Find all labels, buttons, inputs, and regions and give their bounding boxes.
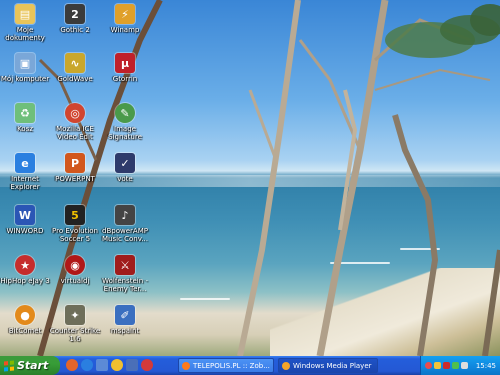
virtualdj-icon: ◉ [65, 255, 85, 275]
icon-label: mspaint [110, 327, 140, 335]
icon-label: vote [117, 175, 133, 183]
task-label: Windows Media Player [293, 361, 372, 370]
system-tray: 15:45 [420, 356, 500, 375]
explorer-icon[interactable] [126, 359, 138, 371]
icon-label: Image Signature [108, 125, 142, 141]
desktop-icon-winamp[interactable]: ⚡ Winamp [95, 4, 155, 34]
quick-launch [66, 359, 153, 371]
bitcomet-icon: ● [15, 305, 35, 325]
vote-icon: ✓ [115, 153, 135, 173]
taskbar-item-telepolis[interactable]: TELEPOLIS.PL :: Zob... [178, 358, 274, 373]
icon-label: Gtorrin [112, 75, 138, 83]
counter-strike-icon: ✦ [65, 305, 85, 325]
icon-label: dBpowerAMP Music Conv... [101, 227, 149, 243]
desktop-icon-torrent[interactable]: μ Gtorrin [95, 53, 155, 83]
desktop-icon-mspaint[interactable]: ✐ mspaint [95, 305, 155, 335]
windows-media-player-icon [282, 361, 290, 370]
recycle-bin-icon: ♻ [15, 103, 35, 123]
desktop: ▤ Moje dokumenty ▣ Mój komputer ♻ Kosz e… [0, 0, 500, 356]
mspaint-icon: ✐ [115, 305, 135, 325]
icon-label: Winamp [110, 26, 140, 34]
my-documents-icon: ▤ [15, 4, 35, 24]
windows-flag-icon [4, 360, 14, 371]
wolfenstein-icon: ⚔ [115, 255, 135, 275]
video-edit-icon: ◎ [65, 103, 85, 123]
desktop-icon-vote[interactable]: ✓ vote [95, 153, 155, 183]
winamp-icon: ⚡ [115, 4, 135, 24]
firefox-icon[interactable] [66, 359, 78, 371]
icon-label: Wolfenstein - Enemy Ter... [102, 277, 148, 293]
tray-icon[interactable] [443, 362, 450, 369]
desktop-icon-wolfenstein[interactable]: ⚔ Wolfenstein - Enemy Ter... [95, 255, 155, 293]
desktop-icon-image-signature[interactable]: ✎ Image Signature [95, 103, 155, 141]
internet-explorer-icon[interactable] [81, 359, 93, 371]
browser-icon [182, 361, 190, 370]
tray-icon[interactable] [434, 362, 441, 369]
pes5-icon: 5 [65, 205, 85, 225]
torrent-icon: μ [115, 53, 135, 73]
image-signature-icon: ✎ [115, 103, 135, 123]
tray-icon[interactable] [452, 362, 459, 369]
dbpoweramp-icon: ♪ [115, 205, 135, 225]
my-computer-icon: ▣ [15, 53, 35, 73]
internet-explorer-icon: e [15, 153, 35, 173]
taskbar-item-windows-media-player[interactable]: Windows Media Player [278, 358, 378, 373]
goldwave-icon: ∿ [65, 53, 85, 73]
clock[interactable]: 15:45 [476, 362, 496, 370]
start-label: Start [17, 359, 49, 372]
media-icon[interactable] [111, 359, 123, 371]
tray-icon[interactable] [425, 362, 432, 369]
powerpoint-icon: P [65, 153, 85, 173]
word-icon: W [15, 205, 35, 225]
hiphop-ejay-icon: ★ [15, 255, 35, 275]
volume-icon[interactable] [461, 362, 468, 369]
start-button[interactable]: Start [0, 356, 60, 375]
show-desktop-icon[interactable] [96, 359, 108, 371]
gothic2-icon: 2 [65, 4, 85, 24]
taskbar: Start TELEPOLIS.PL :: Zob... Windows Med… [0, 356, 500, 375]
task-label: TELEPOLIS.PL :: Zob... [193, 361, 270, 370]
app-icon[interactable] [141, 359, 153, 371]
desktop-icon-dbpoweramp[interactable]: ♪ dBpowerAMP Music Conv... [95, 205, 155, 243]
